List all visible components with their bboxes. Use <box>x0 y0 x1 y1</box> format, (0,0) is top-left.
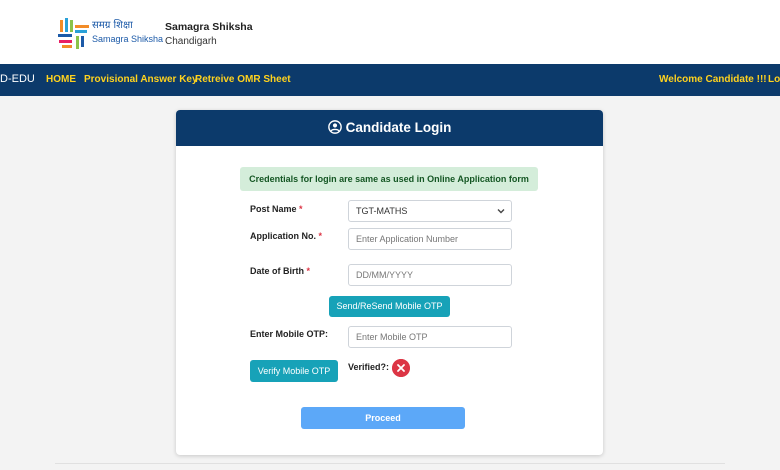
card-header: Candidate Login <box>176 110 603 146</box>
not-verified-x-icon <box>392 359 410 377</box>
mobile-otp-input[interactable]: Enter Mobile OTP <box>348 326 512 348</box>
site-header: समग्र शिक्षा Samagra Shiksha Samagra Shi… <box>0 0 780 64</box>
required-asterisk: * <box>306 266 311 276</box>
date-of-birth-input[interactable]: DD/MM/YYYY <box>348 264 512 286</box>
verified-label: Verified?: <box>348 362 390 372</box>
samagra-shiksha-logo-icon <box>58 18 89 49</box>
application-no-label: Application No. * <box>250 231 322 241</box>
navbar-brand[interactable]: D-EDU <box>0 73 35 85</box>
nav-home-link[interactable]: HOME <box>46 74 76 85</box>
proceed-button[interactable]: Proceed <box>301 407 465 429</box>
user-circle-icon <box>327 120 342 134</box>
date-of-birth-label-text: Date of Birth <box>250 266 304 276</box>
mobile-otp-placeholder: Enter Mobile OTP <box>356 332 428 342</box>
chevron-down-icon <box>497 209 505 214</box>
post-name-label: Post Name * <box>250 204 303 214</box>
nav-provisional-answer-key-link[interactable]: Provisional Answer Key <box>84 74 198 85</box>
card-title: Candidate Login <box>345 120 452 135</box>
organization-name: Samagra Shiksha <box>165 21 253 33</box>
candidate-login-card: Candidate Login Credentials for login ar… <box>176 110 603 455</box>
main-navbar: D-EDU HOME Provisional Answer Key Retrei… <box>0 64 780 96</box>
logo-english-text: Samagra Shiksha <box>92 34 164 44</box>
nav-logout-link[interactable]: Log <box>768 74 780 85</box>
nav-retreive-omr-sheet-link[interactable]: Retreive OMR Sheet <box>195 74 291 85</box>
date-of-birth-label: Date of Birth * <box>250 266 310 276</box>
organization-city: Chandigarh <box>165 36 217 47</box>
post-name-selected-value: TGT-MATHS <box>356 206 408 216</box>
application-number-input[interactable]: Enter Application Number <box>348 228 512 250</box>
logo-text: समग्र शिक्षा Samagra Shiksha <box>92 20 163 45</box>
send-resend-otp-button[interactable]: Send/ReSend Mobile OTP <box>329 296 450 317</box>
post-name-select[interactable]: TGT-MATHS <box>348 200 512 222</box>
date-of-birth-placeholder: DD/MM/YYYY <box>356 270 414 280</box>
application-number-placeholder: Enter Application Number <box>356 234 459 244</box>
required-asterisk: * <box>299 204 303 214</box>
credentials-notice: Credentials for login are same as used i… <box>240 167 538 191</box>
required-asterisk: * <box>318 231 323 241</box>
post-name-label-text: Post Name <box>250 204 297 214</box>
footer-divider <box>55 463 725 464</box>
verify-mobile-otp-button[interactable]: Verify Mobile OTP <box>250 360 338 382</box>
application-no-label-text: Application No. <box>250 231 316 241</box>
nav-welcome-text: Welcome Candidate !!! <box>659 74 767 85</box>
mobile-otp-label: Enter Mobile OTP: <box>250 329 329 339</box>
logo-hindi-text: समग्र शिक्षा <box>92 20 133 31</box>
